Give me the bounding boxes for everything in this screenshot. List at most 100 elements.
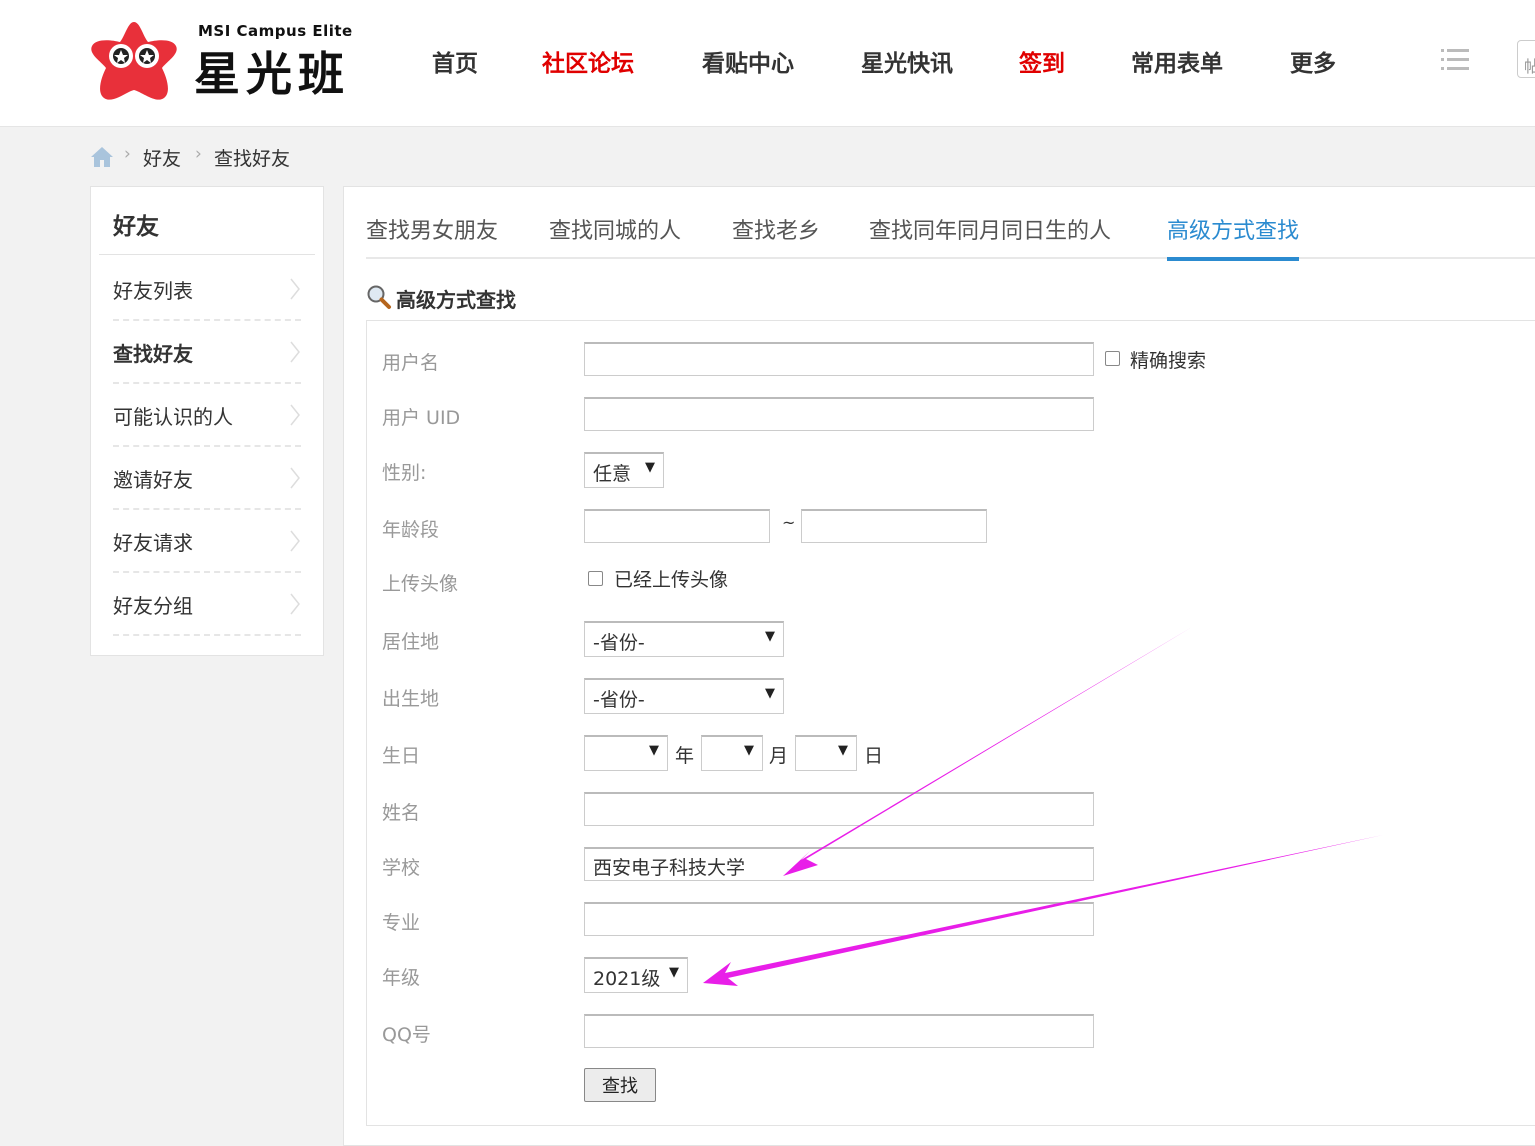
row-qq: QQ号 [367,1012,1517,1052]
sidebar-title: 好友 [113,214,159,240]
name-label: 姓名 [382,802,421,824]
birthplace-select-value: -省份- [593,689,645,711]
main-content: 查找男女朋友 查找同城的人 查找老乡 查找同年同月同日生的人 高级方式查找 高级… [343,186,1535,1146]
home-icon[interactable] [90,146,114,168]
nav-forms[interactable]: 常用表单 [1131,44,1223,78]
day-suffix: 日 [864,745,884,767]
row-birthplace: 出生地 -省份- ▼ [367,676,1517,716]
advanced-search-form: 用户名 精确搜索 用户 UID 性别: 任意 ▼ 年龄段 ~ 上传头像 已经上传… [366,320,1535,1126]
nav-more[interactable]: 更多 [1290,44,1336,78]
tab-same-birthday[interactable]: 查找同年同月同日生的人 [869,213,1111,257]
month-suffix: 月 [769,745,789,767]
username-label: 用户名 [382,352,440,374]
dropdown-arrow-icon: ▼ [744,743,754,758]
birthday-label: 生日 [382,745,421,767]
grade-label: 年级 [382,967,421,989]
sidebar-item-friend-list[interactable]: 好友列表 [113,257,301,321]
sidebar-item-invite[interactable]: 邀请好友 [113,446,301,510]
gender-select-value: 任意 [593,463,632,485]
tab-same-city[interactable]: 查找同城的人 [549,213,681,257]
name-input[interactable] [584,792,1094,826]
residence-select-value: -省份- [593,632,645,654]
sidebar-item-find-friends[interactable]: 查找好友 [113,320,301,384]
tab-advanced-search[interactable]: 高级方式查找 [1167,213,1300,261]
uid-label: 用户 UID [382,407,461,429]
grade-select[interactable]: 2021级 ▼ [584,957,688,993]
sidebar-item-label: 邀请好友 [113,468,193,492]
avatar-label: 上传头像 [382,573,459,595]
birthplace-label: 出生地 [382,688,440,710]
exact-search-checkbox[interactable] [1105,351,1120,366]
nav-home[interactable]: 首页 [432,44,478,78]
chevron-right-icon [290,530,300,552]
row-gender: 性别: 任意 ▼ [367,450,1517,490]
row-major: 专业 [367,900,1517,940]
dropdown-arrow-icon: ▼ [669,965,679,980]
sidebar-item-label: 查找好友 [113,342,193,366]
uid-input[interactable] [584,397,1094,431]
sidebar-item-groups[interactable]: 好友分组 [113,572,301,636]
sidebar: 好友 好友列表 查找好友 可能认识的人 邀请好友 好友请求 好友分组 [90,186,324,656]
qq-input[interactable] [584,1014,1094,1048]
breadcrumb-find-friends[interactable]: 查找好友 [214,144,290,171]
birth-year-select[interactable]: ▼ [584,735,668,771]
school-label: 学校 [382,857,421,879]
dropdown-arrow-icon: ▼ [765,686,775,701]
birth-day-select[interactable]: ▼ [795,735,857,771]
tab-find-partner[interactable]: 查找男女朋友 [366,213,498,257]
birth-month-select[interactable]: ▼ [701,735,763,771]
residence-province-select[interactable]: -省份- ▼ [584,621,784,657]
nav-checkin[interactable]: 签到 [1019,44,1065,78]
major-label: 专业 [382,912,421,934]
nav-forum[interactable]: 社区论坛 [542,44,634,78]
chevron-right-icon [290,341,300,363]
row-uid: 用户 UID [367,395,1517,435]
exact-search-label: 精确搜索 [1130,350,1207,372]
row-name: 姓名 [367,790,1517,830]
gender-label: 性别: [382,462,427,484]
age-min-input[interactable] [584,509,770,543]
age-max-input[interactable] [801,509,987,543]
major-input[interactable] [584,902,1094,936]
row-residence: 居住地 -省份- ▼ [367,619,1517,659]
tab-hometown[interactable]: 查找老乡 [732,213,820,257]
header-search-input[interactable]: 帖 [1517,40,1535,78]
sidebar-item-label: 好友请求 [113,531,193,555]
row-grade: 年级 2021级 ▼ [367,955,1517,995]
list-menu-icon[interactable] [1441,46,1469,74]
search-submit-button[interactable]: 查找 [584,1068,656,1102]
divider [99,254,315,255]
site-header: MSI Campus Elite 星光班 首页 社区论坛 看贴中心 星光快讯 签… [0,0,1535,127]
breadcrumb-separator: › [195,144,202,164]
school-input[interactable]: 西安电子科技大学 [584,847,1094,881]
has-avatar-label: 已经上传头像 [614,569,729,591]
sidebar-item-label: 好友分组 [113,594,193,618]
search-tabs: 查找男女朋友 查找同城的人 查找老乡 查找同年同月同日生的人 高级方式查找 [366,187,1535,261]
breadcrumb-separator: › [124,144,131,164]
dropdown-arrow-icon: ▼ [649,743,659,758]
chevron-right-icon [290,467,300,489]
chevron-right-icon [290,278,300,300]
row-school: 学校 西安电子科技大学 [367,845,1517,885]
row-age-range: 年龄段 ~ [367,507,1517,547]
sidebar-item-requests[interactable]: 好友请求 [113,509,301,573]
breadcrumb-friends[interactable]: 好友 [143,144,181,171]
dropdown-arrow-icon: ▼ [838,743,848,758]
sidebar-item-label: 好友列表 [113,279,193,303]
dropdown-arrow-icon: ▼ [645,460,655,475]
dropdown-arrow-icon: ▼ [765,629,775,644]
sidebar-item-may-know[interactable]: 可能认识的人 [113,383,301,447]
section-title: 高级方式查找 [396,288,516,312]
chevron-right-icon [290,593,300,615]
nav-posts-center[interactable]: 看贴中心 [702,44,794,78]
age-range-label: 年龄段 [382,519,440,541]
has-avatar-checkbox[interactable] [588,571,603,586]
username-input[interactable] [584,342,1094,376]
residence-label: 居住地 [382,631,440,653]
gender-select[interactable]: 任意 ▼ [584,452,664,488]
age-range-separator: ~ [782,513,796,532]
birthplace-province-select[interactable]: -省份- ▼ [584,678,784,714]
nav-news[interactable]: 星光快讯 [861,44,953,78]
row-username: 用户名 精确搜索 [367,340,1517,380]
row-avatar: 上传头像 已经上传头像 [367,561,1517,601]
